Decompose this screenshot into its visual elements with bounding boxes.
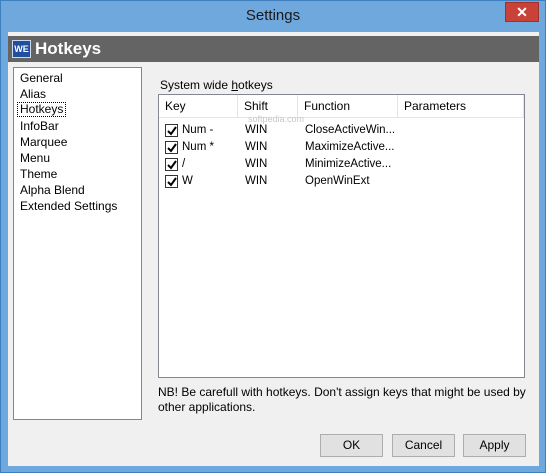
group-label-suffix: otkeys xyxy=(238,78,273,92)
row-function: CloseActiveWin... xyxy=(305,124,396,136)
close-icon: ✕ xyxy=(516,4,528,20)
table-row[interactable]: Num * WIN MaximizeActive... xyxy=(159,139,524,156)
row-key: Num * xyxy=(182,141,214,153)
close-button[interactable]: ✕ xyxy=(505,2,539,22)
row-function: OpenWinExt xyxy=(305,175,370,187)
row-enabled-checkbox[interactable] xyxy=(165,158,178,171)
column-header-key[interactable]: Key xyxy=(159,95,238,118)
sidebar-item-extended-settings[interactable]: Extended Settings xyxy=(18,199,119,214)
settings-category-list[interactable]: General Alias Hotkeys InfoBar Marquee Me… xyxy=(13,67,142,420)
row-shift: WIN xyxy=(245,175,268,187)
apply-button[interactable]: Apply xyxy=(463,434,526,457)
cancel-button[interactable]: Cancel xyxy=(392,434,455,457)
row-enabled-checkbox[interactable] xyxy=(165,124,178,137)
hotkeys-group-label: System wide hotkeys xyxy=(160,78,273,92)
app-logo-icon: WE xyxy=(12,40,31,58)
table-row[interactable]: W WIN OpenWinExt xyxy=(159,173,524,190)
row-function: MaximizeActive... xyxy=(305,141,395,153)
app-logo-text: WE xyxy=(14,44,29,54)
checkmark-icon xyxy=(167,160,177,170)
sidebar-item-alpha-blend[interactable]: Alpha Blend xyxy=(18,183,87,198)
list-header: Key Shift Function Parameters xyxy=(159,95,524,118)
row-shift: WIN xyxy=(245,124,268,136)
checkmark-icon xyxy=(167,177,177,187)
watermark-text: softpedia.com xyxy=(248,114,305,124)
section-banner: WE Hotkeys xyxy=(8,36,539,62)
title-bar[interactable]: Settings ✕ xyxy=(1,1,545,32)
sidebar-item-infobar[interactable]: InfoBar xyxy=(18,119,61,134)
sidebar-item-hotkeys[interactable]: Hotkeys xyxy=(17,102,67,117)
group-label-prefix: System wide xyxy=(160,78,232,92)
row-shift: WIN xyxy=(245,141,268,153)
ok-button[interactable]: OK xyxy=(320,434,383,457)
row-function: MinimizeActive... xyxy=(305,158,392,170)
section-title: Hotkeys xyxy=(35,39,102,58)
client-area: WE Hotkeys General Alias Hotkeys InfoBar… xyxy=(8,32,539,466)
column-header-function[interactable]: Function xyxy=(298,95,398,118)
settings-window: Settings ✕ WE Hotkeys General Alias Hotk… xyxy=(0,0,546,473)
table-row[interactable]: / WIN MinimizeActive... xyxy=(159,156,524,173)
hotkeys-list[interactable]: Key Shift Function Parameters Num - WIN … xyxy=(158,94,525,378)
row-key: Num - xyxy=(182,124,214,136)
checkmark-icon xyxy=(167,126,177,136)
row-shift: WIN xyxy=(245,158,268,170)
table-row[interactable]: Num - WIN CloseActiveWin... xyxy=(159,122,524,139)
column-header-parameters[interactable]: Parameters xyxy=(398,95,524,118)
row-enabled-checkbox[interactable] xyxy=(165,175,178,188)
sidebar-item-alias[interactable]: Alias xyxy=(18,87,48,102)
sidebar-item-theme[interactable]: Theme xyxy=(18,167,59,182)
row-key: / xyxy=(182,158,186,170)
hotkeys-warning-note: NB! Be carefull with hotkeys. Don't assi… xyxy=(158,385,526,414)
sidebar-item-general[interactable]: General xyxy=(18,71,65,86)
sidebar-item-marquee[interactable]: Marquee xyxy=(18,135,69,150)
row-key: W xyxy=(182,175,193,187)
window-title: Settings xyxy=(245,7,301,24)
checkmark-icon xyxy=(167,143,177,153)
sidebar-item-menu[interactable]: Menu xyxy=(18,151,52,166)
row-enabled-checkbox[interactable] xyxy=(165,141,178,154)
